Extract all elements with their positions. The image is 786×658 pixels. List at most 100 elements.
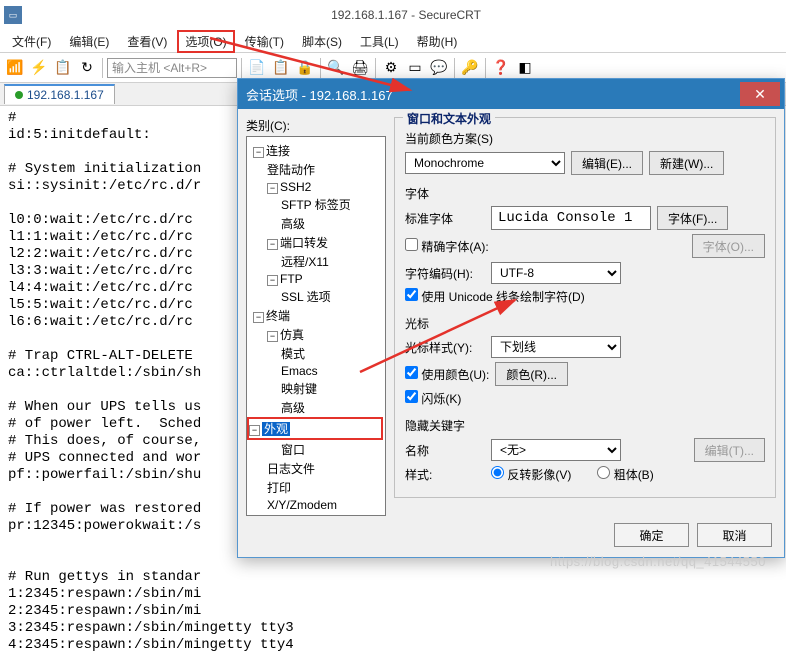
font-button[interactable]: 字体(F)... — [657, 206, 728, 230]
menu-edit[interactable]: 编辑(E) — [61, 31, 117, 52]
exact-font-checkbox[interactable] — [405, 238, 418, 251]
copy-icon[interactable]: 📄 — [246, 57, 268, 79]
tree-appearance[interactable]: −外观 — [247, 417, 383, 440]
menu-file[interactable]: 文件(F) — [4, 31, 59, 52]
tree-emulation[interactable]: −仿真 — [249, 325, 383, 344]
tree-terminal[interactable]: −终端 — [249, 306, 383, 325]
tree-emacs[interactable]: Emacs — [249, 363, 383, 379]
app-icon: ▭ — [4, 6, 22, 24]
menubar: 文件(F) 编辑(E) 查看(V) 选项(O) 传输(T) 脚本(S) 工具(L… — [0, 30, 786, 52]
lock-icon[interactable]: 🔒 — [294, 57, 316, 79]
main-titlebar: ▭ 192.168.1.167 - SecureCRT — [0, 0, 786, 30]
ok-button[interactable]: 确定 — [614, 523, 689, 547]
find-icon[interactable]: 🔍 — [325, 57, 347, 79]
paste-icon[interactable]: 📋 — [270, 57, 292, 79]
color-button[interactable]: 颜色(R)... — [495, 362, 568, 386]
print-icon[interactable]: 🖨 — [349, 57, 371, 79]
separator — [375, 58, 376, 78]
edit-scheme-button[interactable]: 编辑(E)... — [571, 151, 643, 175]
panel-title: 窗口和文本外观 — [403, 110, 495, 127]
tree-login[interactable]: 登陆动作 — [249, 160, 383, 179]
menu-script[interactable]: 脚本(S) — [294, 31, 350, 52]
menu-transfer[interactable]: 传输(T) — [237, 31, 292, 52]
bold-label: 粗体(B) — [614, 468, 654, 482]
menu-help[interactable]: 帮助(H) — [409, 31, 466, 52]
tree-remote-x11[interactable]: 远程/X11 — [249, 252, 383, 271]
separator — [454, 58, 455, 78]
style-label: 样式: — [405, 466, 485, 483]
key-icon[interactable]: 🔑 — [459, 57, 481, 79]
tree-advanced2[interactable]: 高级 — [249, 398, 383, 417]
scheme-label: 当前颜色方案(S) — [405, 130, 493, 147]
session-icon[interactable]: 📋 — [52, 57, 74, 79]
unicode-line-checkbox[interactable] — [405, 288, 418, 301]
tree-mode[interactable]: 模式 — [249, 344, 383, 363]
highlight-section-label: 隐藏关键字 — [405, 417, 765, 434]
name-select[interactable]: <无> — [491, 439, 621, 461]
font-display: Lucida Console 1 — [491, 206, 651, 230]
reconnect-icon[interactable]: ↻ — [76, 57, 98, 79]
encoding-select[interactable]: UTF-8 — [491, 262, 621, 284]
edit-highlight-button: 编辑(T)... — [694, 438, 765, 462]
separator — [485, 58, 486, 78]
tree-filetransfer[interactable]: −文件传输 — [249, 513, 383, 516]
tab-label: 192.168.1.167 — [27, 88, 104, 102]
cancel-button[interactable]: 取消 — [697, 523, 772, 547]
separator — [241, 58, 242, 78]
exact-font-label: 精确字体(A): — [421, 240, 488, 254]
menu-options[interactable]: 选项(O) — [177, 30, 234, 53]
host-input[interactable]: 输入主机 <Alt+R> — [107, 58, 237, 78]
tree-sftp-tab[interactable]: SFTP 标签页 — [249, 195, 383, 214]
help-icon[interactable]: ❓ — [490, 57, 512, 79]
terminal-icon[interactable]: ▭ — [404, 57, 426, 79]
bold-radio[interactable] — [597, 466, 610, 479]
tree-logfile[interactable]: 日志文件 — [249, 459, 383, 478]
window-title: 192.168.1.167 - SecureCRT — [30, 8, 782, 22]
reverse-label: 反转影像(V) — [507, 468, 571, 482]
dialog-title: 会话选项 - 192.168.1.167 — [246, 85, 740, 104]
use-color-checkbox[interactable] — [405, 366, 418, 379]
name-label: 名称 — [405, 442, 485, 459]
chat-icon[interactable]: 💬 — [428, 57, 450, 79]
category-label: 类别(C): — [246, 117, 386, 134]
blink-checkbox[interactable] — [405, 390, 418, 403]
use-color-label: 使用颜色(U): — [421, 368, 489, 382]
reverse-radio[interactable] — [491, 466, 504, 479]
session-tab[interactable]: 192.168.1.167 — [4, 84, 115, 104]
tree-ftp[interactable]: −FTP — [249, 271, 383, 287]
tree-ssl[interactable]: SSL 选项 — [249, 287, 383, 306]
toggle-icon[interactable]: ◧ — [514, 57, 536, 79]
settings-icon[interactable]: ⚙ — [380, 57, 402, 79]
tree-mapkeys[interactable]: 映射键 — [249, 379, 383, 398]
dialog-titlebar: 会话选项 - 192.168.1.167 ✕ — [238, 79, 784, 109]
category-tree[interactable]: −连接 登陆动作 −SSH2 SFTP 标签页 高级 −端口转发 远程/X11 … — [246, 136, 386, 516]
tree-xyzmodem[interactable]: X/Y/Zmodem — [249, 497, 383, 513]
tree-window[interactable]: 窗口 — [249, 440, 383, 459]
encoding-label: 字符编码(H): — [405, 265, 485, 282]
tree-ssh2[interactable]: −SSH2 — [249, 179, 383, 195]
font-button-2: 字体(O)... — [692, 234, 765, 258]
connect-icon[interactable]: 📶 — [4, 57, 26, 79]
status-dot-icon — [15, 91, 23, 99]
menu-tools[interactable]: 工具(L) — [352, 31, 407, 52]
tree-connection[interactable]: −连接 — [249, 141, 383, 160]
separator — [102, 58, 103, 78]
session-options-dialog: 会话选项 - 192.168.1.167 ✕ 类别(C): −连接 登陆动作 −… — [237, 78, 785, 558]
scheme-select[interactable]: Monochrome — [405, 152, 565, 174]
tree-print[interactable]: 打印 — [249, 478, 383, 497]
font-section-label: 字体 — [405, 185, 765, 202]
new-scheme-button[interactable]: 新建(W)... — [649, 151, 724, 175]
separator — [320, 58, 321, 78]
close-button[interactable]: ✕ — [740, 82, 780, 106]
menu-view[interactable]: 查看(V) — [119, 31, 175, 52]
tree-advanced[interactable]: 高级 — [249, 214, 383, 233]
tree-portfwd[interactable]: −端口转发 — [249, 233, 383, 252]
watermark: https://blog.csdn.net/qq_41544550 — [550, 554, 766, 569]
cursor-style-select[interactable]: 下划线 — [491, 336, 621, 358]
normal-font-label: 标准字体 — [405, 210, 485, 227]
cursor-section-label: 光标 — [405, 315, 765, 332]
unicode-line-label: 使用 Unicode 线条绘制字符(D) — [421, 290, 584, 304]
cursor-style-label: 光标样式(Y): — [405, 339, 485, 356]
quick-connect-icon[interactable]: ⚡ — [28, 57, 50, 79]
blink-label: 闪烁(K) — [421, 392, 461, 406]
